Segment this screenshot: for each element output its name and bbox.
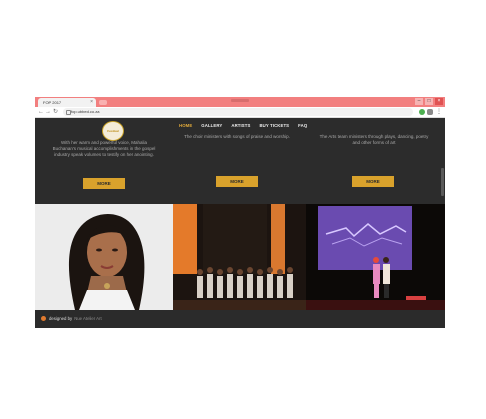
tab-title: FOP 2017 xyxy=(43,100,62,105)
column-artist-text: With her warm and powerful voice, Mahali… xyxy=(52,140,156,157)
tab-strip: FOP 2017 × – □ × xyxy=(35,97,445,107)
minimize-button[interactable]: – xyxy=(415,98,423,105)
profile-icon[interactable] xyxy=(427,109,433,115)
arts-performance-image xyxy=(306,204,445,310)
more-button-artist[interactable]: MORE xyxy=(83,178,125,189)
nav-gallery[interactable]: GALLERY xyxy=(201,123,222,128)
nav-artists[interactable]: ARTISTS xyxy=(231,123,250,128)
nav-home[interactable]: HOME xyxy=(179,123,192,128)
site-logo[interactable]: Festival xyxy=(102,121,124,141)
forward-icon[interactable]: → xyxy=(45,108,51,116)
footer-designed-by: designed by xyxy=(49,316,73,321)
column-choir-text: The choir ministers with songs of praise… xyxy=(184,134,290,139)
main-nav: HOME GALLERY ARTISTS BUY TICKETS FAQ xyxy=(179,123,307,128)
browser-window: FOP 2017 × – □ × ← → ↻ fop.ubbed.co.za ⋮… xyxy=(35,97,445,328)
window-controls: – □ × xyxy=(415,98,443,105)
choir-stage-image xyxy=(173,204,306,310)
tab-close-icon[interactable]: × xyxy=(90,98,93,107)
extension-icon[interactable] xyxy=(419,109,425,115)
window-drag-handle[interactable] xyxy=(231,99,249,102)
website: Festival HOME GALLERY ARTISTS BUY TICKET… xyxy=(35,118,445,328)
address-bar: ← → ↻ fop.ubbed.co.za ⋮ xyxy=(35,107,445,118)
new-tab-button[interactable] xyxy=(99,100,107,105)
site-footer: designed by Nue Atelier Art xyxy=(35,310,445,328)
more-button-choir[interactable]: MORE xyxy=(216,176,258,187)
column-arts-text: The Arts team ministers through plays, d… xyxy=(319,134,429,145)
url-field[interactable]: fop.ubbed.co.za xyxy=(63,108,413,116)
browser-menu-icon[interactable]: ⋮ xyxy=(436,108,442,116)
footer-designer-link[interactable]: Nue Atelier Art xyxy=(74,316,101,321)
back-icon[interactable]: ← xyxy=(38,108,44,116)
lock-icon xyxy=(66,110,71,115)
page-scrollbar[interactable] xyxy=(441,168,444,196)
nav-buy-tickets[interactable]: BUY TICKETS xyxy=(259,123,289,128)
designer-logo-icon xyxy=(41,316,46,321)
browser-tab[interactable]: FOP 2017 × xyxy=(38,98,96,107)
nav-faq[interactable]: FAQ xyxy=(298,123,307,128)
more-button-arts[interactable]: MORE xyxy=(352,176,394,187)
reload-icon[interactable]: ↻ xyxy=(53,108,58,116)
close-window-button[interactable]: × xyxy=(435,98,443,105)
artist-portrait-image xyxy=(35,204,173,310)
footer-credit: designed by Nue Atelier Art xyxy=(49,315,102,322)
maximize-button[interactable]: □ xyxy=(425,98,433,105)
